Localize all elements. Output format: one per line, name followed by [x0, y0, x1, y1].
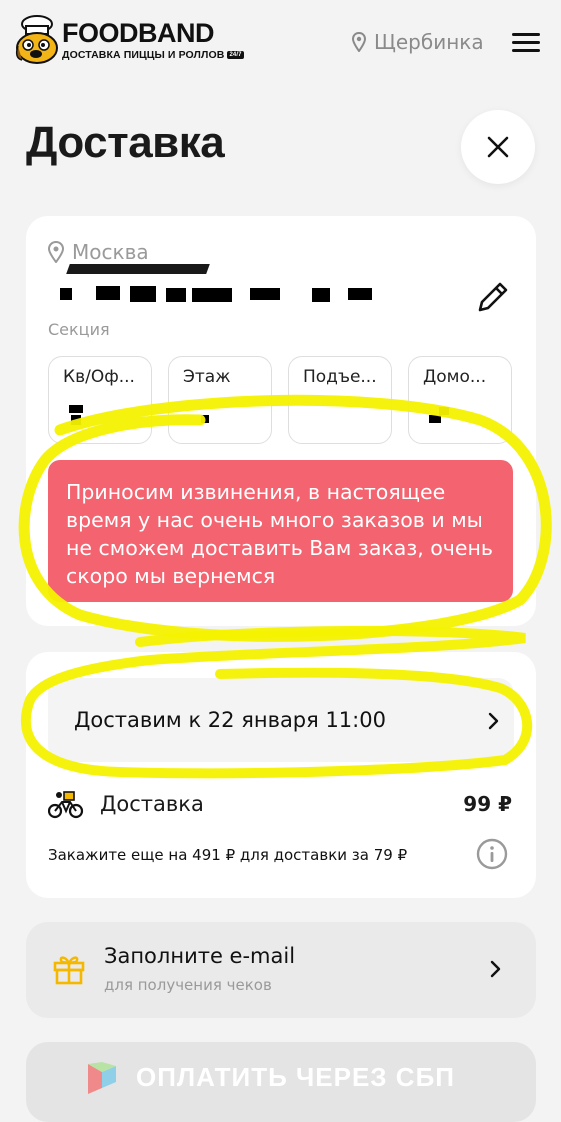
location-pin-icon [352, 32, 366, 52]
entrance-field[interactable]: Подъе... [288, 356, 392, 444]
delivery-price: 99 ₽ [463, 792, 512, 816]
dog-chef-mascot-icon [15, 15, 58, 64]
intercom-field[interactable]: Домо... [408, 356, 512, 444]
city-selector[interactable]: Щербинка [352, 30, 484, 54]
address-city[interactable]: Москва [48, 240, 149, 264]
alert-message: Приносим извинения, в настоящее время у … [66, 480, 494, 588]
free-delivery-hint: Закажите еще на 491 ₽ для доставки за 79… [48, 846, 408, 864]
address-city-text: Москва [72, 240, 149, 264]
error-alert: Приносим извинения, в настоящее время у … [48, 460, 513, 602]
close-icon [487, 136, 509, 158]
section-label: Секция [48, 320, 110, 339]
bicycle-icon [48, 791, 84, 819]
chevron-right-icon [490, 960, 501, 978]
pay-sbp-button[interactable]: ОПЛАТИТЬ ЧЕРЕЗ СБП [26, 1042, 536, 1122]
delivery-card: Доставим к 22 января 11:00 Доставка 99 ₽… [26, 652, 536, 898]
brand-tagline: ДОСТАВКА ПИЦЦЫ И РОЛЛОВ 24/7 [62, 49, 244, 61]
gift-icon [53, 956, 85, 985]
delivery-row: Доставка 99 ₽ [48, 788, 514, 822]
delivery-time-selector[interactable]: Доставим к 22 января 11:00 [48, 678, 514, 762]
hours-badge: 24/7 [227, 51, 244, 60]
delivery-time-text: Доставим к 22 января 11:00 [74, 708, 386, 732]
city-name: Щербинка [374, 30, 484, 54]
info-icon[interactable] [476, 838, 508, 870]
address-card: Москва Секция Кв/Оф... Этаж Подъе... Дом… [26, 216, 536, 626]
page-title: Доставка [26, 118, 225, 167]
hamburger-menu-icon[interactable] [512, 33, 540, 53]
brand-name: FOODBAND [62, 18, 215, 48]
pay-sbp-label: ОПЛАТИТЬ ЧЕРЕЗ СБП [136, 1062, 455, 1092]
floor-field-label: Этаж [183, 367, 231, 387]
entrance-field-label: Подъе... [303, 367, 377, 387]
email-prompt[interactable]: Заполните e-mail для получения чеков [26, 922, 536, 1018]
app-header: FOODBAND ДОСТАВКА ПИЦЦЫ И РОЛЛОВ 24/7 Щер… [0, 0, 561, 90]
chevron-right-icon [488, 712, 499, 730]
location-pin-icon [48, 241, 64, 263]
foodband-logo[interactable]: FOODBAND ДОСТАВКА ПИЦЦЫ И РОЛЛОВ 24/7 [14, 12, 244, 68]
intercom-field-label: Домо... [423, 367, 487, 387]
apartment-field-label: Кв/Оф... [63, 367, 135, 387]
sbp-logo-icon [88, 1062, 116, 1094]
floor-field[interactable]: Этаж [168, 356, 272, 444]
pencil-icon[interactable] [474, 278, 512, 316]
apartment-field[interactable]: Кв/Оф... [48, 356, 152, 444]
email-title: Заполните e-mail [104, 944, 296, 968]
close-button[interactable] [461, 110, 535, 184]
email-subtitle: для получения чеков [104, 976, 272, 994]
delivery-label: Доставка [100, 792, 204, 816]
